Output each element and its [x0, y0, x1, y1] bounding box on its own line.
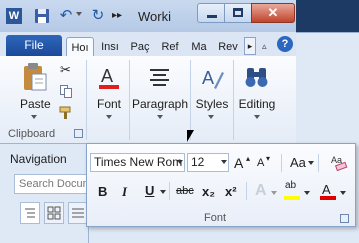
svg-text:A: A	[101, 66, 113, 86]
bold-icon[interactable]: B	[98, 184, 107, 199]
svg-text:A: A	[202, 68, 214, 88]
maximize-button[interactable]	[224, 3, 252, 23]
paragraph-dropdown-icon[interactable]	[157, 115, 163, 119]
undo-dropdown-icon[interactable]	[76, 12, 82, 16]
navigation-title: Navigation	[10, 152, 67, 166]
highlight-color-swatch	[284, 196, 300, 200]
tab-home[interactable]: Hoı	[66, 37, 94, 57]
text-effects-dropdown-icon[interactable]	[271, 191, 277, 195]
styles-button[interactable]: Styles	[193, 97, 231, 111]
grow-font-arrow-icon: ▴	[246, 154, 251, 163]
group-separator	[233, 60, 234, 140]
paste-dropdown-icon[interactable]	[31, 115, 37, 119]
collapse-ribbon-icon[interactable]: ▵	[262, 41, 267, 52]
font-group-button[interactable]: Font	[92, 97, 126, 111]
nav-headings-tab-icon[interactable]	[20, 202, 40, 224]
save-icon[interactable]	[34, 8, 50, 24]
group-separator	[190, 60, 191, 140]
toolbar-separator	[246, 182, 247, 200]
editing-dropdown-icon[interactable]	[254, 115, 260, 119]
font-color-dropdown-icon[interactable]	[340, 191, 346, 195]
close-button[interactable]: ✕	[251, 3, 295, 23]
undo-icon[interactable]: ↶	[58, 8, 74, 24]
navigation-search-input[interactable]: Search Docum	[14, 174, 88, 194]
toolbar-separator	[169, 182, 170, 200]
editing-button[interactable]: Editing	[236, 97, 278, 111]
tab-scroll-right-icon[interactable]: ▸	[244, 37, 256, 55]
background-window-edge	[296, 0, 359, 32]
paragraph-icon[interactable]	[145, 62, 175, 92]
clipboard-dialog-launcher-icon[interactable]	[74, 129, 83, 138]
change-case-dropdown-icon[interactable]	[308, 161, 314, 165]
tab-references[interactable]: Ref	[156, 37, 184, 57]
mouse-cursor-icon	[187, 130, 194, 142]
font-name-dropdown-icon[interactable]	[177, 160, 183, 164]
toolbar-separator	[318, 154, 319, 172]
change-case-icon[interactable]: Aa	[290, 155, 306, 170]
copy-icon[interactable]	[60, 85, 72, 98]
italic-icon[interactable]: I	[122, 184, 127, 200]
window-title: Worki	[138, 9, 171, 24]
styles-icon[interactable]: A	[196, 62, 226, 92]
format-painter-icon[interactable]	[59, 106, 73, 120]
tab-page-layout[interactable]: Paç	[126, 37, 154, 57]
superscript-icon[interactable]: x²	[225, 184, 237, 199]
font-color-swatch	[320, 196, 336, 200]
font-size-dropdown-icon[interactable]	[221, 160, 227, 164]
underline-icon[interactable]: U	[145, 183, 154, 198]
quick-access-more-icon[interactable]: ▸▸	[112, 10, 122, 21]
toolbar-separator	[281, 154, 282, 172]
shrink-font-arrow-icon: ▾	[266, 154, 271, 163]
clipboard-group-label: Clipboard	[8, 128, 56, 140]
font-group-label: Font	[203, 212, 226, 224]
binoculars-icon[interactable]	[242, 62, 272, 92]
font-color-icon[interactable]: A	[322, 182, 331, 197]
nav-pages-tab-icon[interactable]	[44, 202, 64, 224]
font-group-icon[interactable]: A	[94, 62, 124, 92]
font-dialog-launcher-icon[interactable]	[340, 214, 349, 223]
highlight-icon[interactable]: ab	[285, 180, 296, 191]
help-icon[interactable]: ?	[277, 36, 293, 52]
paragraph-button[interactable]: Paragraph	[131, 97, 189, 111]
close-icon: ✕	[267, 5, 279, 20]
tab-file[interactable]: File	[6, 35, 62, 56]
minimize-button[interactable]	[197, 3, 225, 23]
paste-icon[interactable]	[22, 62, 48, 92]
clear-formatting-icon[interactable]: Aa	[330, 153, 348, 172]
text-effects-icon[interactable]: A	[255, 182, 267, 200]
paste-button[interactable]: Paste	[20, 97, 51, 111]
cut-icon[interactable]: ✂	[60, 62, 71, 78]
tab-mailings[interactable]: Ma	[186, 37, 212, 57]
group-separator	[129, 60, 130, 140]
redo-icon[interactable]: ↻	[90, 8, 106, 24]
tab-insert[interactable]: Insı	[96, 37, 124, 57]
group-separator	[86, 60, 87, 140]
tab-review[interactable]: Rev	[214, 37, 242, 57]
svg-text:Aa: Aa	[331, 155, 342, 165]
subscript-icon[interactable]: x₂	[202, 184, 215, 199]
underline-dropdown-icon[interactable]	[160, 190, 166, 194]
word-app-icon[interactable]: W	[6, 8, 22, 24]
styles-dropdown-icon[interactable]	[208, 115, 214, 119]
grow-font-icon[interactable]: A	[234, 155, 243, 171]
shrink-font-icon[interactable]: A	[257, 157, 264, 169]
font-group-dropdown-icon[interactable]	[106, 115, 112, 119]
highlight-dropdown-icon[interactable]	[304, 191, 310, 195]
font-name-combobox[interactable]: Times New Rom	[90, 153, 185, 172]
nav-results-tab-icon[interactable]	[68, 202, 88, 224]
strikethrough-icon[interactable]: abc	[176, 185, 194, 197]
